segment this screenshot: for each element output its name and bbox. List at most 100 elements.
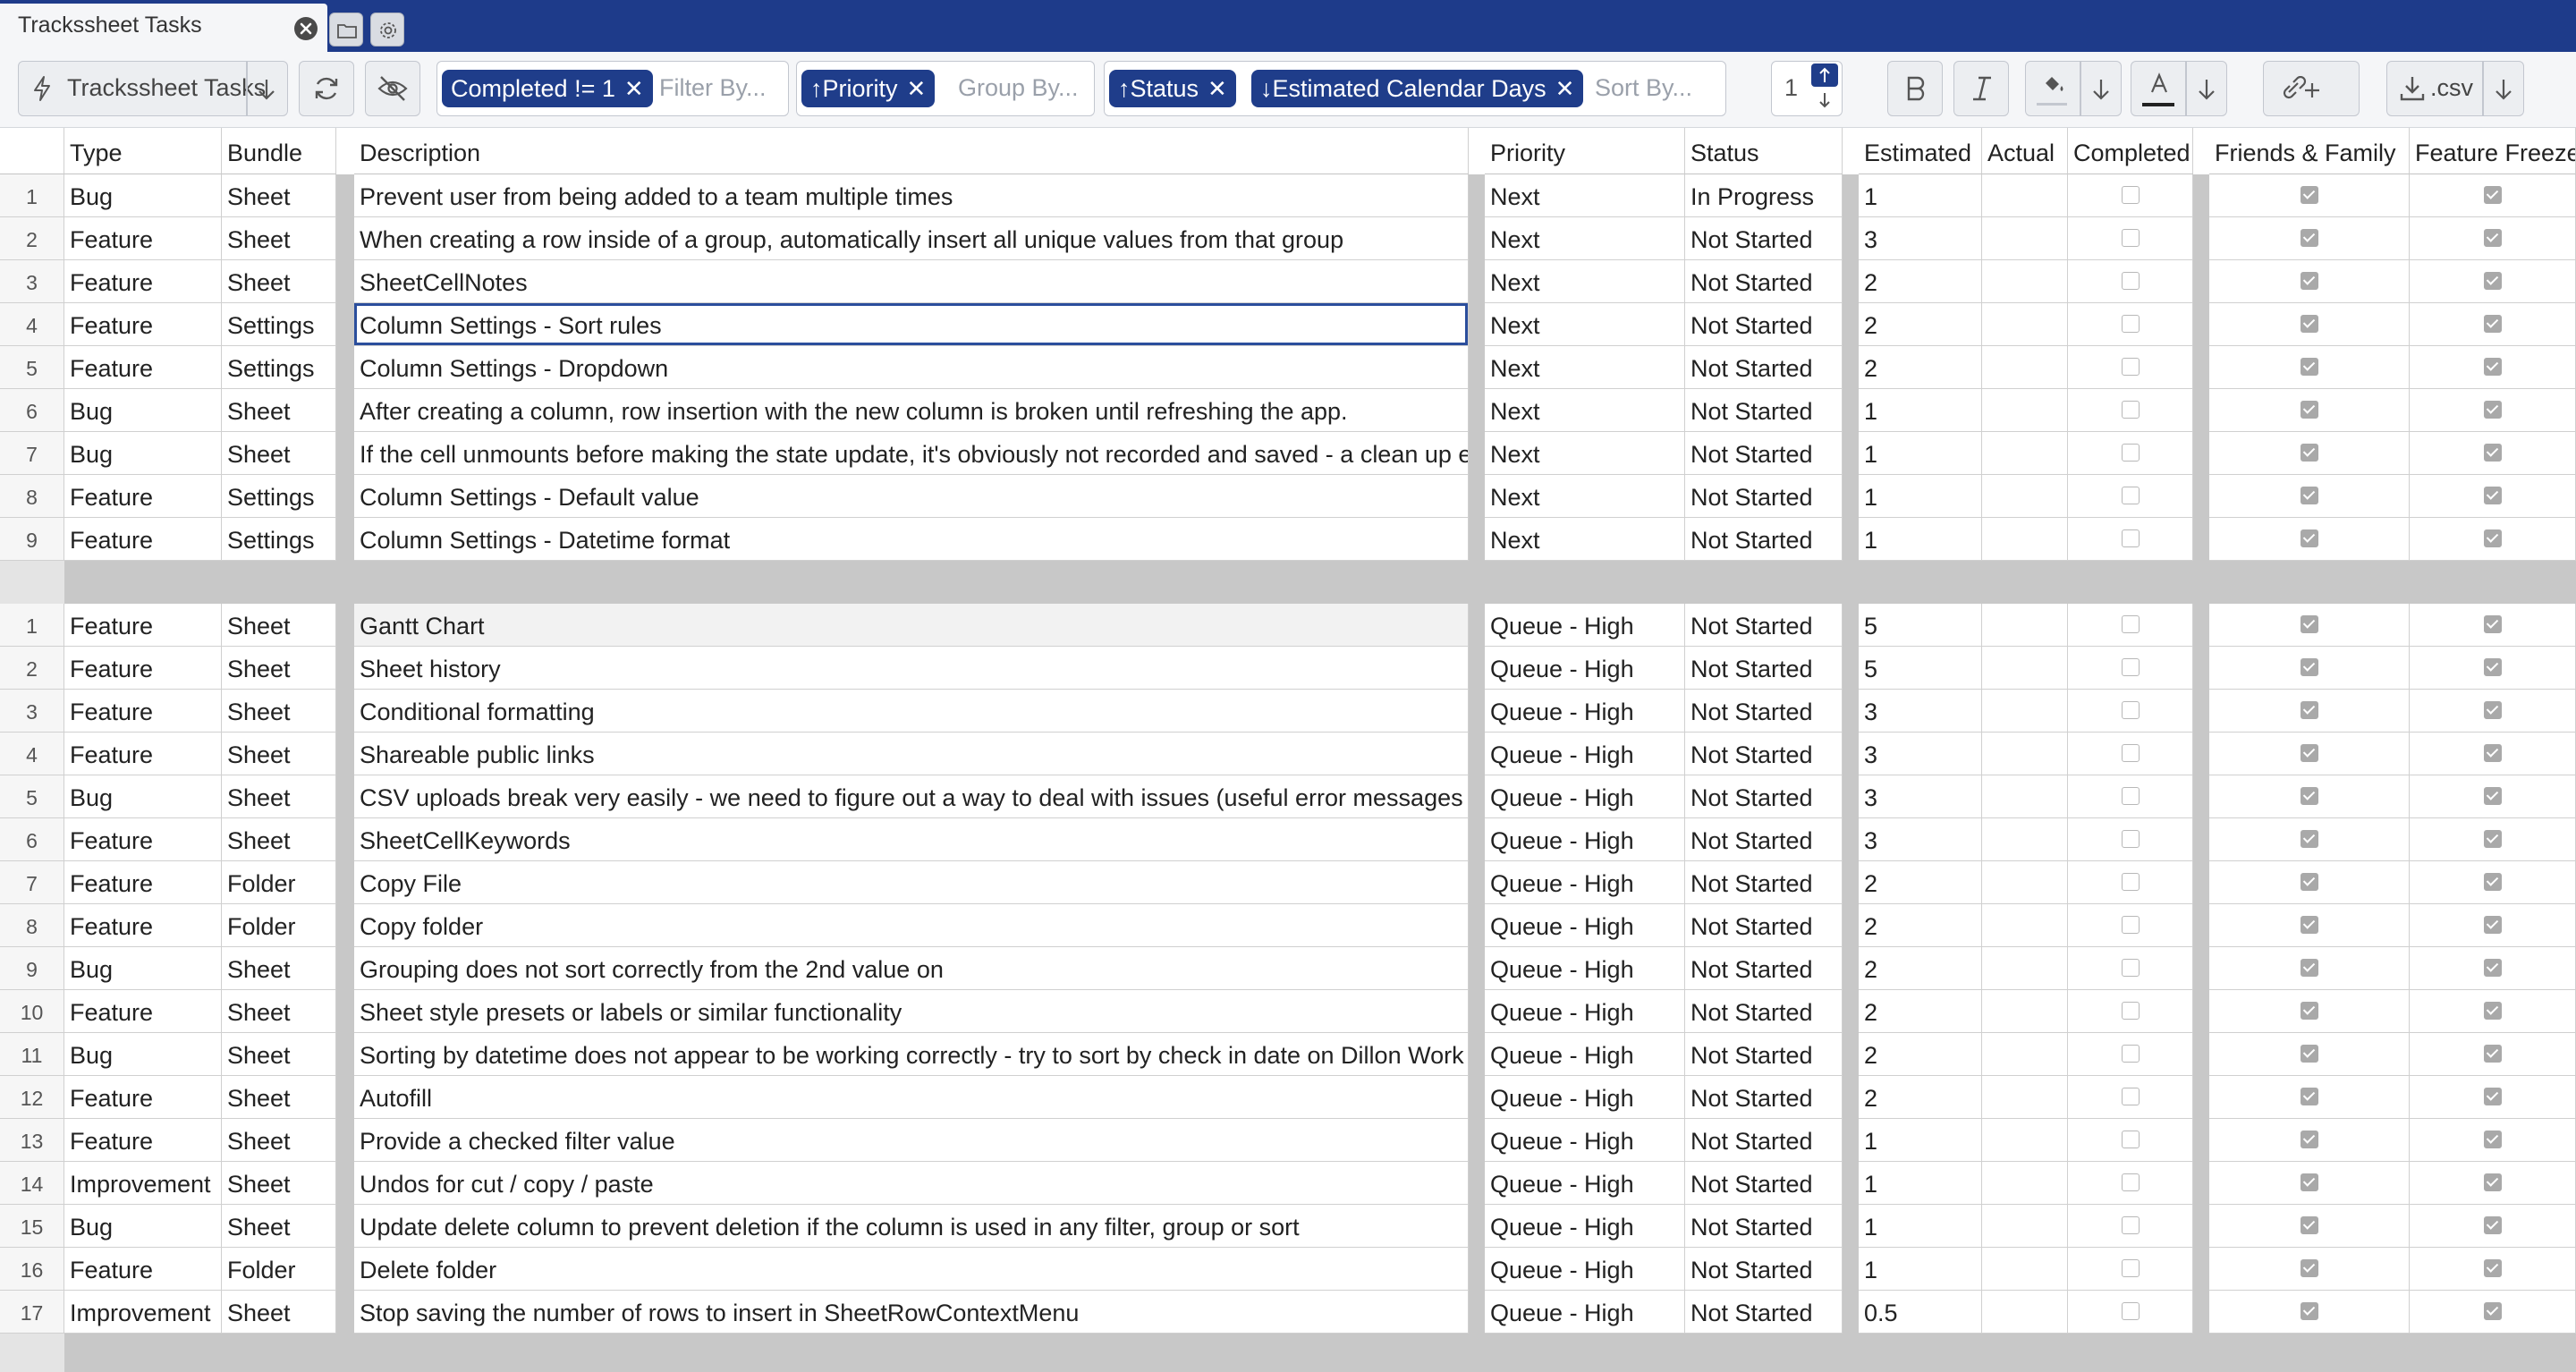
cell-type[interactable]: Feature <box>64 260 222 303</box>
checkbox-friends-family[interactable] <box>2301 1045 2318 1063</box>
cell-priority[interactable]: Queue - High <box>1485 690 1685 733</box>
cell-type[interactable]: Feature <box>64 990 222 1033</box>
checkbox-friends-family[interactable] <box>2301 487 2318 504</box>
checkbox-feature-freeze[interactable] <box>2484 186 2502 204</box>
checkbox-completed[interactable] <box>2122 1131 2140 1148</box>
checkbox-friends-family[interactable] <box>2301 444 2318 462</box>
column-header-estimated[interactable]: Estimated <box>1859 128 1982 174</box>
cell-priority[interactable]: Next <box>1485 389 1685 432</box>
cell-description[interactable]: Update delete column to prevent deletion… <box>354 1205 1469 1248</box>
checkbox-friends-family[interactable] <box>2301 1216 2318 1234</box>
checkbox-feature-freeze[interactable] <box>2484 873 2502 891</box>
checkbox-friends-family[interactable] <box>2301 1131 2318 1148</box>
cell-status[interactable]: Not Started <box>1685 518 1843 561</box>
cell-status[interactable]: Not Started <box>1685 904 1843 947</box>
table-row[interactable]: 3 Feature Sheet Conditional formatting Queue… <box>0 690 2576 733</box>
cell-bundle[interactable]: Sheet <box>222 389 336 432</box>
cell-description[interactable]: Column Settings - Dropdown <box>354 346 1469 389</box>
row-number[interactable]: 5 <box>0 775 64 818</box>
cell-priority[interactable]: Queue - High <box>1485 775 1685 818</box>
remove-group-icon[interactable]: ✕ <box>907 70 927 107</box>
table-row[interactable]: 4 Feature Settings Column Settings - Sort r… <box>0 303 2576 346</box>
rows-to-insert-stepper[interactable]: 1 <box>1771 61 1843 116</box>
table-row[interactable]: 15 Bug Sheet Update delete column to preven… <box>0 1205 2576 1248</box>
cell-actual[interactable] <box>1982 1076 2068 1119</box>
cell-priority[interactable]: Queue - High <box>1485 1119 1685 1162</box>
cell-priority[interactable]: Queue - High <box>1485 1248 1685 1291</box>
checkbox-completed[interactable] <box>2122 1045 2140 1063</box>
cell-actual[interactable] <box>1982 1033 2068 1076</box>
cell-estimated[interactable]: 1 <box>1859 475 1982 518</box>
cell-status[interactable]: Not Started <box>1685 303 1843 346</box>
checkbox-completed[interactable] <box>2122 272 2140 290</box>
cell-type[interactable]: Feature <box>64 818 222 861</box>
sort-input[interactable]: Sort By... <box>1595 74 1692 102</box>
row-number[interactable]: 5 <box>0 346 64 389</box>
cell-type[interactable]: Feature <box>64 217 222 260</box>
checkbox-completed[interactable] <box>2122 1173 2140 1191</box>
checkbox-completed[interactable] <box>2122 916 2140 934</box>
checkbox-feature-freeze[interactable] <box>2484 315 2502 333</box>
group-input[interactable]: Group By... <box>958 74 1079 102</box>
checkbox-friends-family[interactable] <box>2301 315 2318 333</box>
sort-chip-estimated[interactable]: ↓Estimated Calendar Days ✕ <box>1251 70 1584 107</box>
cell-status[interactable]: Not Started <box>1685 690 1843 733</box>
row-number[interactable]: 1 <box>0 174 64 217</box>
cell-description[interactable]: Undos for cut / copy / paste <box>354 1162 1469 1205</box>
checkbox-feature-freeze[interactable] <box>2484 787 2502 805</box>
cell-priority[interactable]: Next <box>1485 260 1685 303</box>
cell-status[interactable]: Not Started <box>1685 475 1843 518</box>
table-row[interactable]: 14 Improvement Sheet Undos for cut / copy /… <box>0 1162 2576 1205</box>
table-row[interactable]: 12 Feature Sheet Autofill Queue - High Not St… <box>0 1076 2576 1119</box>
cell-priority[interactable]: Queue - High <box>1485 818 1685 861</box>
checkbox-friends-family[interactable] <box>2301 873 2318 891</box>
row-number[interactable]: 2 <box>0 217 64 260</box>
checkbox-completed[interactable] <box>2122 358 2140 376</box>
row-number[interactable]: 15 <box>0 1205 64 1248</box>
checkbox-feature-freeze[interactable] <box>2484 1173 2502 1191</box>
cell-type[interactable]: Feature <box>64 1119 222 1162</box>
checkbox-friends-family[interactable] <box>2301 830 2318 848</box>
cell-estimated[interactable]: 3 <box>1859 690 1982 733</box>
cell-actual[interactable] <box>1982 904 2068 947</box>
column-header-completed[interactable]: Completed <box>2068 128 2193 174</box>
cell-bundle[interactable]: Sheet <box>222 1033 336 1076</box>
cell-status[interactable]: Not Started <box>1685 1162 1843 1205</box>
cell-bundle[interactable]: Sheet <box>222 947 336 990</box>
checkbox-completed[interactable] <box>2122 615 2140 633</box>
checkbox-completed[interactable] <box>2122 1002 2140 1020</box>
fill-color-button[interactable] <box>2025 61 2122 116</box>
cell-status[interactable]: Not Started <box>1685 775 1843 818</box>
cell-priority[interactable]: Queue - High <box>1485 1076 1685 1119</box>
checkbox-friends-family[interactable] <box>2301 401 2318 419</box>
italic-button[interactable] <box>1953 61 2009 116</box>
cell-actual[interactable] <box>1982 990 2068 1033</box>
cell-estimated[interactable]: 1 <box>1859 432 1982 475</box>
cell-estimated[interactable]: 0.5 <box>1859 1291 1982 1334</box>
checkbox-feature-freeze[interactable] <box>2484 830 2502 848</box>
cell-description[interactable]: After creating a column, row insertion w… <box>354 389 1469 432</box>
cell-bundle[interactable]: Sheet <box>222 818 336 861</box>
cell-type[interactable]: Feature <box>64 303 222 346</box>
table-row[interactable]: 1 Feature Sheet Gantt Chart Queue - High Not … <box>0 604 2576 647</box>
checkbox-completed[interactable] <box>2122 830 2140 848</box>
cell-estimated[interactable]: 1 <box>1859 1119 1982 1162</box>
row-number[interactable]: 3 <box>0 260 64 303</box>
row-number[interactable]: 16 <box>0 1248 64 1291</box>
row-number[interactable]: 9 <box>0 947 64 990</box>
row-number[interactable]: 11 <box>0 1033 64 1076</box>
row-number[interactable]: 14 <box>0 1162 64 1205</box>
table-row[interactable]: 16 Feature Folder Delete folder Queue - High… <box>0 1248 2576 1291</box>
cell-priority[interactable]: Queue - High <box>1485 1162 1685 1205</box>
table-row[interactable]: 8 Feature Folder Copy folder Queue - High Not… <box>0 904 2576 947</box>
cell-priority[interactable]: Queue - High <box>1485 904 1685 947</box>
cell-actual[interactable] <box>1982 690 2068 733</box>
cell-description[interactable]: If the cell unmounts before making the s… <box>354 432 1469 475</box>
cell-actual[interactable] <box>1982 389 2068 432</box>
checkbox-friends-family[interactable] <box>2301 1259 2318 1277</box>
cell-priority[interactable]: Next <box>1485 518 1685 561</box>
cell-description[interactable]: When creating a row inside of a group, a… <box>354 217 1469 260</box>
cell-description[interactable]: Stop saving the number of rows to insert… <box>354 1291 1469 1334</box>
table-row[interactable]: 4 Feature Sheet Shareable public links Queue… <box>0 733 2576 775</box>
table-row[interactable]: 7 Bug Sheet If the cell unmounts before mak… <box>0 432 2576 475</box>
